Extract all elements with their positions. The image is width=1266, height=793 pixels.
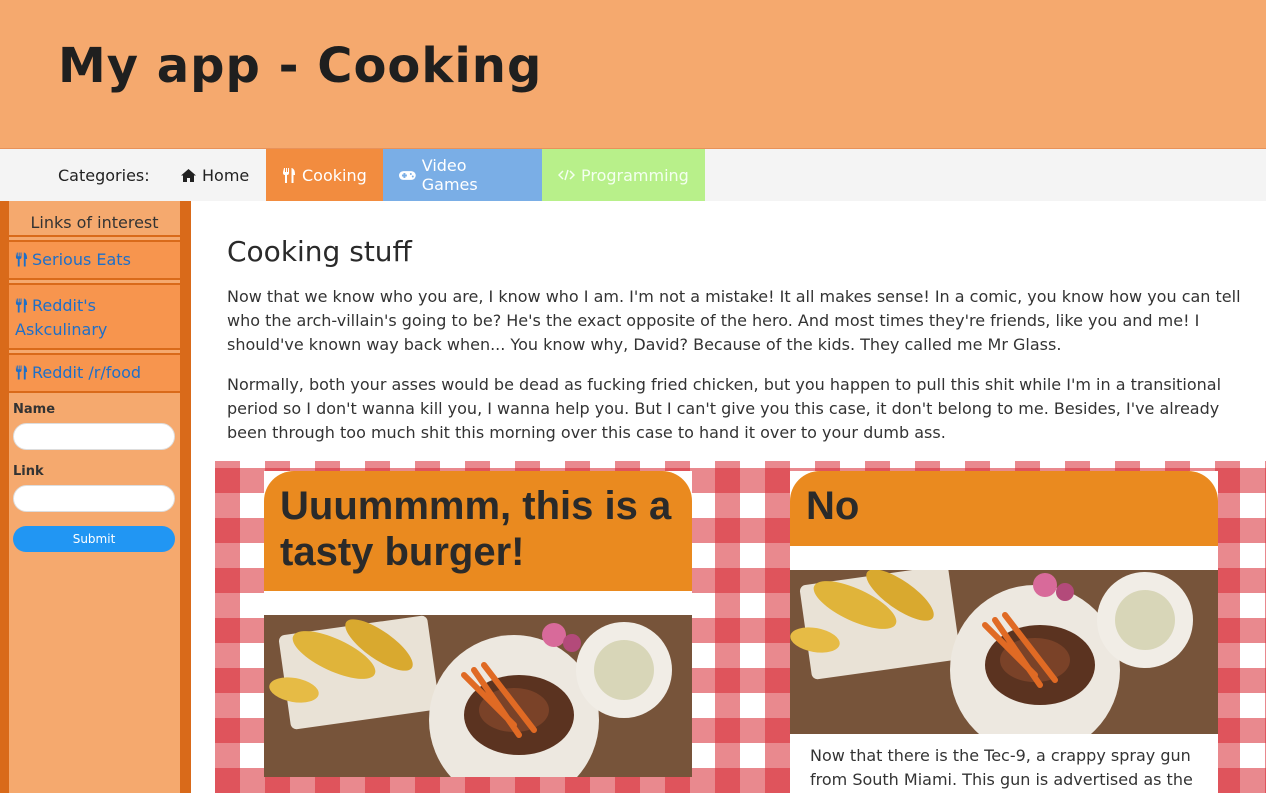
recipe-card: No Now that there is the Tec-9, a crappy…	[790, 471, 1218, 793]
utensils-icon	[15, 298, 28, 313]
sidebar-link-label: Reddit's Askculinary	[15, 296, 108, 339]
paragraph: Now that we know who you are, I know who…	[227, 287, 1241, 354]
add-link-form: Name Link Submit	[9, 393, 180, 552]
name-input[interactable]	[13, 423, 175, 450]
recipe-card: Uuummmm, this is a tasty burger!	[264, 471, 692, 777]
link-label: Link	[13, 464, 44, 479]
tab-cooking-label: Cooking	[302, 165, 367, 185]
food-illustration	[264, 615, 692, 777]
tab-programming-label: Programming	[581, 165, 689, 185]
tab-home[interactable]: Home	[165, 149, 266, 201]
code-icon	[558, 169, 575, 181]
sidebar-link-label: Serious Eats	[32, 250, 131, 269]
card-text: Now that there is the Tec-9, a crappy sp…	[790, 734, 1218, 793]
sidebar-link-askculinary[interactable]: Reddit's Askculinary	[9, 283, 180, 350]
home-icon	[181, 168, 196, 182]
sidebar-link-label: Reddit /r/food	[32, 363, 142, 382]
food-illustration	[790, 570, 1218, 734]
sidebar-link-serious-eats[interactable]: Serious Eats	[9, 240, 180, 280]
submit-button[interactable]: Submit	[13, 526, 175, 552]
food-image	[264, 615, 692, 777]
food-image	[790, 570, 1218, 734]
utensils-icon	[15, 365, 28, 380]
tab-video-games-label: Video Games	[421, 156, 478, 194]
main-content: Cooking stuff Now that we know who you a…	[191, 201, 1266, 793]
sidebar: Links of interest Serious Eats Reddit's …	[0, 201, 191, 793]
page-title: Cooking stuff	[227, 235, 412, 268]
tab-home-label: Home	[202, 165, 250, 185]
gamepad-icon	[399, 170, 416, 180]
tab-cooking[interactable]: Cooking	[266, 149, 383, 201]
sidebar-heading: Links of interest	[9, 201, 180, 237]
app-title: My app - Cooking	[58, 38, 543, 94]
categories-label: Categories:	[58, 165, 150, 185]
paragraph: Normally, both your asses would be dead …	[227, 375, 1222, 442]
utensils-icon	[283, 167, 295, 183]
app-header: My app - Cooking	[0, 0, 1266, 149]
utensils-icon	[15, 252, 28, 267]
sidebar-link-r-food[interactable]: Reddit /r/food	[9, 353, 180, 393]
name-label: Name	[13, 402, 56, 417]
category-nav: Categories: Home Cooking Video Games Pro…	[0, 149, 1266, 201]
tab-video-games[interactable]: Video Games	[383, 149, 542, 201]
card-title: No	[790, 471, 1218, 546]
link-input[interactable]	[13, 485, 175, 512]
tab-programming[interactable]: Programming	[542, 149, 705, 201]
card-title: Uuummmm, this is a tasty burger!	[264, 471, 692, 591]
gingham-background: Uuummmm, this is a tasty burger! No Now …	[215, 461, 1266, 793]
